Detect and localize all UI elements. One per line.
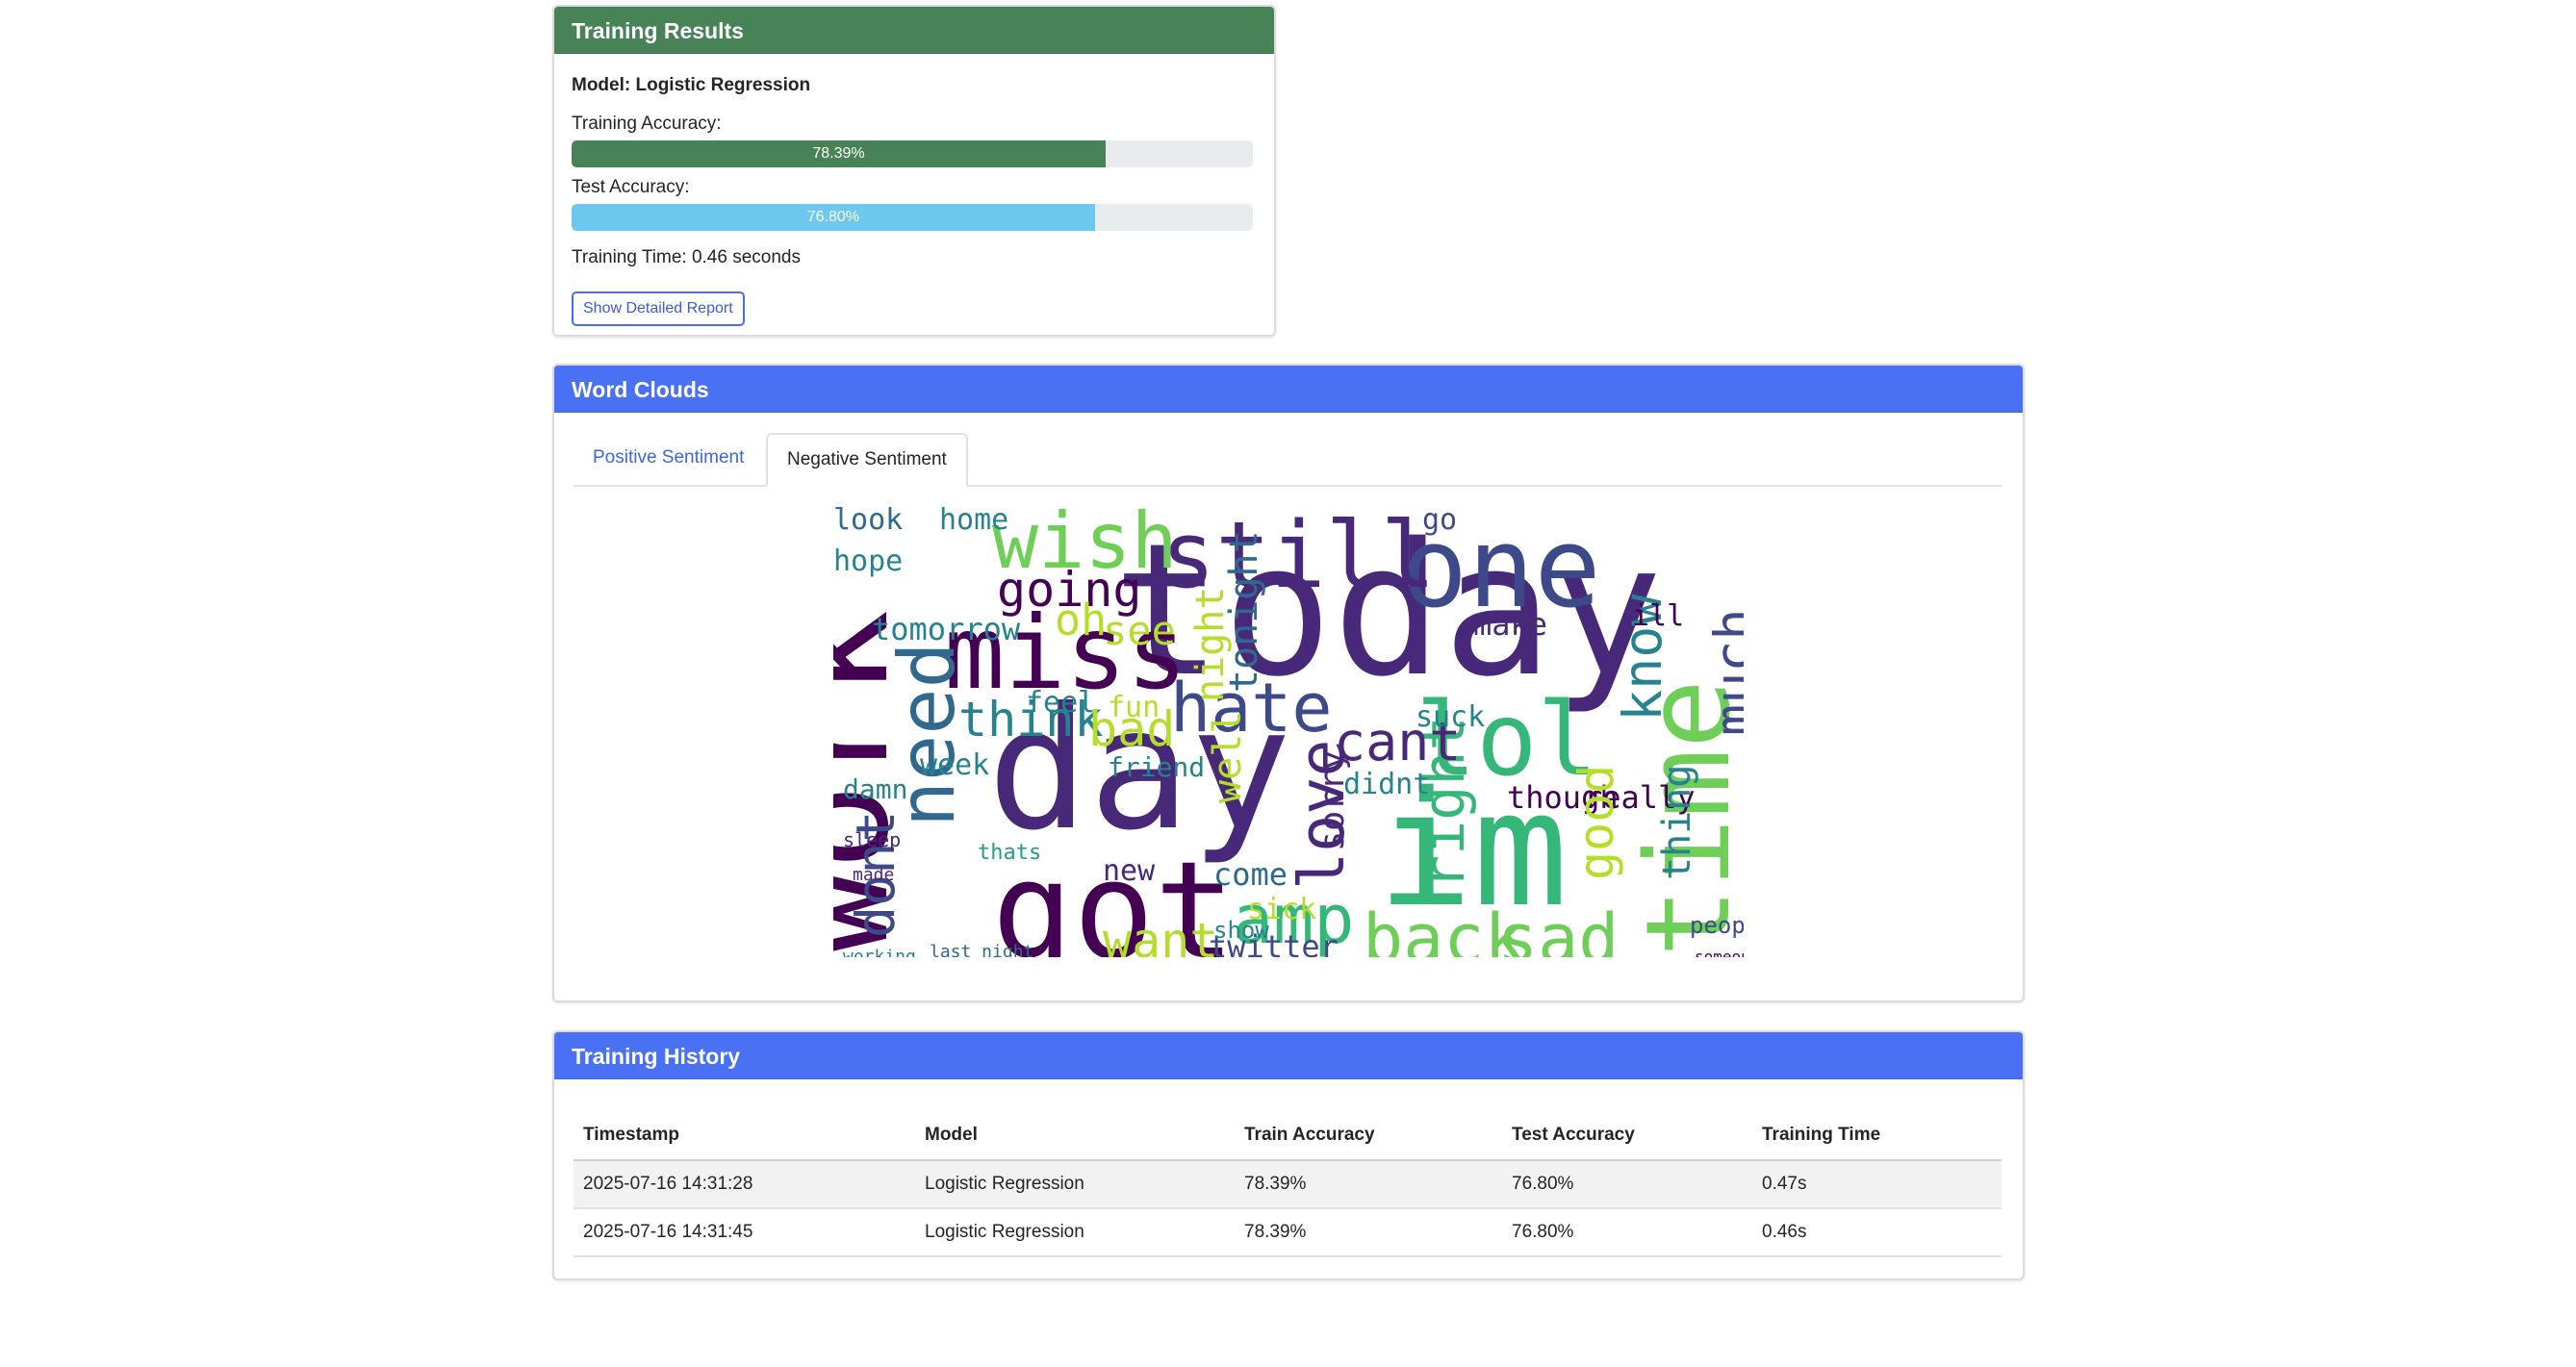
training-accuracy-label: Training Accuracy: [572,114,722,134]
cell-training-time: 0.47s [1752,1160,2002,1209]
training-results-header: Training Results [554,7,1274,54]
cloud-word: home [939,505,1008,537]
cloud-word: sleep [843,828,901,851]
cloud-word: well [1206,711,1250,803]
cloud-word: thing [1655,765,1699,880]
cloud-word: make [1473,606,1547,643]
cloud-word: go [1422,505,1457,537]
cloud-word: suck [1416,700,1485,734]
cloud-word: someone [1695,948,1744,957]
training-results-card: Training Results Model: Logistic Regress… [552,5,1276,337]
cloud-word: good [1569,765,1624,880]
training-accuracy-fill: 78.39% [572,140,1106,167]
training-history-card: Training History Timestamp Model Train A… [552,1030,2025,1280]
cell-train-accuracy: 78.39% [1235,1160,1502,1209]
cloud-word: people [1690,912,1744,939]
cloud-word: feel [1026,686,1095,720]
table-header-row: Timestamp Model Train Accuracy Test Accu… [574,1111,2002,1161]
cloud-word: made [853,865,894,885]
cell-model: Logistic Regression [915,1160,1235,1209]
cloud-word: oh [1055,595,1107,646]
cell-training-time: 0.46s [1752,1208,2002,1257]
table-row: 2025-07-16 14:31:28 Logistic Regression … [574,1160,2002,1209]
cell-train-accuracy: 78.39% [1235,1208,1502,1257]
tab-negative-sentiment[interactable]: Negative Sentiment [766,433,968,487]
word-cloud-svg: todaydaywork imonestillmissgotwishlolhate… [833,505,1744,957]
training-history-table: Timestamp Model Train Accuracy Test Accu… [574,1111,2002,1257]
cloud-word: working [843,947,916,957]
negative-word-cloud-image: today day work im one still miss got wish lol hate… [833,505,1744,957]
training-accuracy-bar: 78.39% [572,140,1253,167]
cloud-word: hope [833,544,903,578]
cloud-word: tomorrow [872,611,1021,647]
cell-model: Logistic Regression [915,1208,1235,1257]
sentiment-tabs: Positive Sentiment Negative Sentiment [574,433,2002,487]
cloud-word: didnt [1343,768,1430,801]
column-header-model: Model [915,1111,1235,1161]
cloud-word: thats [978,841,1041,865]
cell-test-accuracy: 76.80% [1502,1208,1752,1257]
test-accuracy-bar: 76.80% [572,204,1253,231]
cloud-word: much [1703,609,1744,736]
cloud-word: look [833,505,903,537]
show-detailed-report-button[interactable]: Show Detailed Report [572,291,745,326]
cloud-word: come [1213,856,1288,893]
training-history-header: Training History [554,1032,2023,1079]
column-header-test-accuracy: Test Accuracy [1502,1111,1752,1161]
cell-test-accuracy: 76.80% [1502,1160,1752,1209]
test-accuracy-fill: 76.80% [572,204,1095,231]
cloud-word: see [1103,607,1176,654]
cloud-word: show [1213,917,1269,944]
cloud-word: week [920,748,989,782]
training-time: Training Time: 0.46 seconds [572,247,801,267]
cloud-word: friend [1108,751,1205,783]
cell-timestamp: 2025-07-16 14:31:45 [574,1208,915,1257]
tab-positive-sentiment[interactable]: Positive Sentiment [574,433,763,483]
cloud-word: tonight [1222,530,1266,693]
cloud-word: fun [1108,691,1160,724]
cloud-word: damn [843,773,907,805]
word-clouds-header: Word Clouds [554,366,2023,413]
cloud-word: ill [1632,599,1684,633]
model-name: Model: Logistic Regression [572,75,811,95]
column-header-training-time: Training Time [1752,1111,2002,1161]
column-header-train-accuracy: Train Accuracy [1235,1111,1502,1161]
cloud-word: last night [930,942,1033,957]
cloud-word: new [1103,854,1156,888]
cloud-word: want [1103,913,1218,957]
cloud-word: sad [1497,899,1619,957]
test-accuracy-label: Test Accuracy: [572,177,690,197]
word-clouds-card: Word Clouds Positive Sentiment Negative … [552,364,2025,1002]
table-row: 2025-07-16 14:31:45 Logistic Regression … [574,1208,2002,1257]
column-header-timestamp: Timestamp [574,1111,915,1161]
cell-timestamp: 2025-07-16 14:31:28 [574,1160,915,1209]
